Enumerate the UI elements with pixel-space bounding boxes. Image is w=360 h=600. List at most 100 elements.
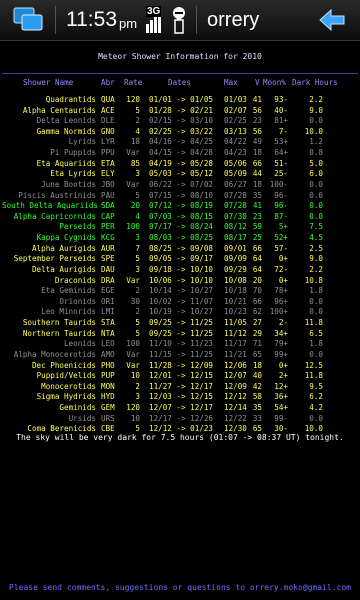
shower-max: 11/21 — [224, 349, 247, 359]
shower-abbr: PHO — [101, 360, 115, 370]
shower-dark-hours: 0.0 — [309, 190, 323, 200]
header-divider — [2, 73, 358, 74]
shower-dates: 09/18 -> 10/10 — [149, 264, 214, 274]
shower-rate: Var — [126, 179, 140, 189]
shower-dates: 10/06 -> 10/10 — [149, 275, 214, 285]
shower-max: 11/05 — [224, 318, 247, 328]
shower-v: 33 — [252, 413, 262, 423]
shower-rate: 4 — [135, 126, 140, 136]
shower-rate: 30 — [130, 296, 140, 306]
shower-name: Puppid/Velids — [36, 371, 96, 381]
shower-moon: 52+ — [274, 233, 288, 243]
shower-dark-hours: 6.5 — [309, 328, 323, 338]
shower-dates: 10/14 -> 10/27 — [149, 286, 214, 296]
shower-max: 08/17 — [224, 233, 247, 243]
shower-max: 09/09 — [224, 254, 247, 264]
shower-v: 23 — [252, 211, 262, 221]
shower-moon: 0+ — [278, 275, 288, 285]
app-switcher-button[interactable] — [12, 0, 46, 40]
shower-rate: 2 — [135, 307, 140, 317]
clock-ampm: pm — [119, 15, 138, 31]
shower-max: 09/29 — [224, 264, 247, 274]
shower-abbr: LYR — [101, 137, 115, 147]
shower-rate: 7 — [135, 243, 140, 253]
shower-abbr: LEO — [101, 339, 115, 349]
shower-dark-hours: 1.8 — [309, 286, 323, 296]
shower-dates: 12/01 -> 12/15 — [149, 371, 214, 381]
shower-moon: 99+ — [274, 349, 288, 359]
shower-dark-hours: 9.0 — [309, 105, 323, 115]
shower-v: 44 — [252, 169, 262, 179]
clock[interactable]: 11:53 pm — [66, 0, 137, 40]
battery-indicator[interactable] — [170, 0, 188, 40]
shower-v: 35 — [252, 402, 262, 412]
shower-moon: 36+ — [274, 392, 288, 402]
shower-dates: 02/15 -> 03/10 — [149, 116, 214, 126]
network-indicator[interactable]: 3G — [144, 0, 166, 40]
shower-moon: 12+ — [274, 381, 288, 391]
dark-sky-note: The sky will be very dark for 7.5 hours … — [16, 433, 344, 442]
shower-moon: 0+ — [278, 254, 288, 264]
shower-name: Gamma Normids — [36, 126, 96, 136]
separator — [55, 6, 56, 34]
shower-abbr: CAP — [101, 211, 115, 221]
shower-abbr: QUA — [101, 95, 115, 104]
shower-abbr: EGE — [101, 286, 115, 296]
shower-dark-hours: 11.8 — [304, 371, 323, 381]
shower-dark-hours: 10.0 — [304, 126, 323, 136]
shower-dark-hours: 0.0 — [309, 116, 323, 126]
shower-abbr: DAU — [101, 264, 115, 274]
back-button[interactable] — [318, 0, 346, 40]
shower-rate: 5 — [135, 105, 140, 115]
shower-abbr: NTA — [101, 328, 115, 338]
shower-dark-hours: 11.8 — [304, 318, 323, 328]
shower-moon: 96- — [274, 190, 288, 200]
shower-dark-hours: 5.0 — [309, 158, 323, 168]
shower-rate: 3 — [135, 233, 140, 243]
shower-rate: 5 — [135, 328, 140, 338]
column-header-rate: Rate — [124, 78, 143, 87]
shower-rate: 18 — [130, 137, 140, 147]
shower-dates: 01/28 -> 02/21 — [149, 105, 214, 115]
shower-dates: 09/25 -> 11/25 — [149, 318, 214, 328]
shower-max: 12/07 — [224, 371, 247, 381]
shower-name: Monocerotids — [41, 381, 96, 391]
shower-abbr: DRA — [101, 275, 115, 285]
shower-max: 06/27 — [224, 179, 247, 189]
shower-name: Northern Taurids — [22, 328, 96, 338]
shower-max: 12/14 — [224, 402, 247, 412]
shower-name: Sigma Hydrids — [36, 392, 96, 402]
shower-moon: 57- — [274, 243, 288, 253]
shower-moon: 100+ — [269, 307, 288, 317]
shower-name: Orionids — [59, 296, 96, 306]
shower-v: 41 — [252, 201, 262, 211]
shower-max: 07/30 — [224, 211, 247, 221]
shower-max: 10/21 — [224, 296, 247, 306]
shower-dates: 08/03 -> 08/25 — [149, 233, 214, 243]
battery-icon — [173, 7, 185, 34]
shower-max: 09/01 — [224, 243, 247, 253]
shower-dark-hours: 2.2 — [309, 264, 323, 274]
shower-dates: 11/27 -> 12/17 — [149, 381, 214, 391]
shower-name: Alpha Monocerotids — [13, 349, 96, 359]
shower-v: 40 — [252, 371, 262, 381]
shower-dates: 08/25 -> 09/08 — [149, 243, 214, 253]
page-title: Meteor Shower Information for 2010 — [98, 52, 262, 61]
shower-max: 11/17 — [224, 339, 247, 349]
shower-moon: 87- — [274, 211, 288, 221]
shower-name: Draconids — [54, 275, 96, 285]
shower-max: 10/08 — [224, 275, 247, 285]
shower-name: Leo Minorids — [41, 307, 96, 317]
shower-v: 41 — [252, 95, 262, 104]
contact-footer: Please send comments, suggestions or que… — [9, 583, 351, 592]
shower-max: 01/03 — [224, 95, 247, 104]
shower-max: 04/22 — [224, 137, 247, 147]
shower-name: Delta Aurigids — [31, 264, 96, 274]
shower-v: 70 — [252, 286, 262, 296]
shower-rate: 3 — [135, 169, 140, 179]
shower-abbr: JBO — [101, 179, 115, 189]
shower-name: South Delta Aquariids — [2, 201, 99, 211]
shower-moon: 96+ — [274, 296, 288, 306]
shower-dates: 04/15 -> 04/28 — [149, 148, 214, 158]
shower-name: Kappa Cygnids — [36, 233, 96, 243]
